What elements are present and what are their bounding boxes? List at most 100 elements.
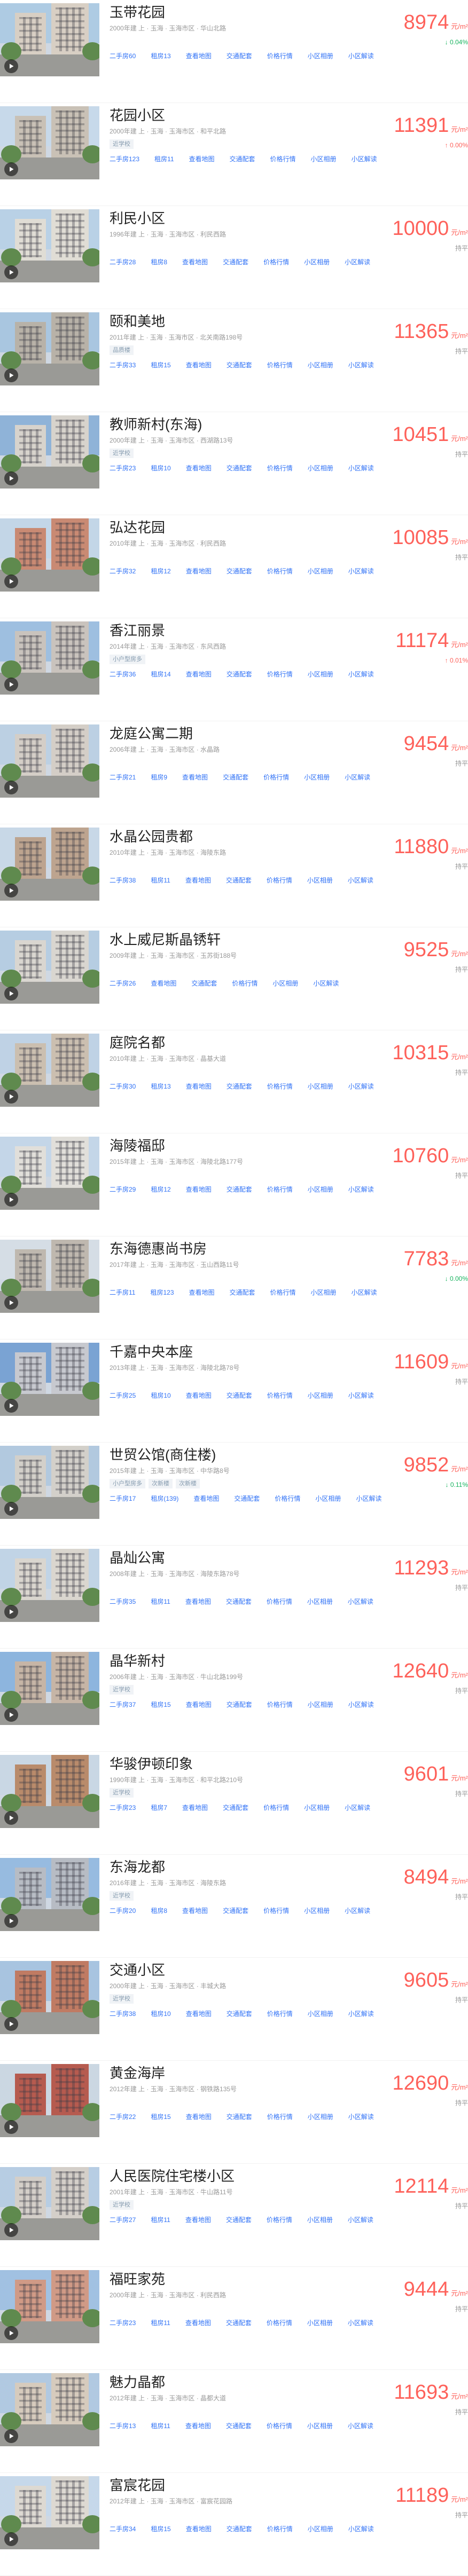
link-rent[interactable]: 租房(139) (151, 1494, 178, 1503)
link-rent[interactable]: 租房10 (151, 2009, 170, 2019)
link-map[interactable]: 查看地图 (186, 1700, 212, 1710)
community-photo[interactable] (0, 621, 99, 695)
community-photo[interactable] (0, 2167, 99, 2240)
link-map[interactable]: 查看地图 (186, 2009, 212, 2019)
link-album[interactable]: 小区相册 (308, 566, 333, 576)
link-analysis[interactable]: 小区解读 (348, 2215, 373, 2225)
link-transport[interactable]: 交通配套 (223, 1906, 248, 1916)
link-analysis[interactable]: 小区解读 (348, 2421, 373, 2431)
link-map[interactable]: 查看地图 (182, 1906, 208, 1916)
link-analysis[interactable]: 小区解读 (313, 979, 339, 988)
community-photo[interactable] (0, 1240, 99, 1313)
link-analysis[interactable]: 小区解读 (348, 566, 374, 576)
link-transport[interactable]: 交通配套 (227, 2524, 252, 2534)
link-rent[interactable]: 租房13 (151, 1082, 170, 1091)
link-second-hand[interactable]: 二手房37 (110, 1700, 136, 1710)
community-name[interactable]: 交通小区 (110, 1962, 361, 1979)
community-photo[interactable] (0, 1343, 99, 1416)
play-video-icon[interactable] (4, 2532, 18, 2546)
community-photo[interactable] (0, 724, 99, 798)
community-photo[interactable] (0, 1137, 99, 1210)
link-analysis[interactable]: 小区解读 (352, 1288, 377, 1297)
link-rent[interactable]: 租房11 (151, 2318, 170, 2328)
community-name[interactable]: 晶灿公寓 (110, 1550, 361, 1567)
link-second-hand[interactable]: 二手房23 (110, 1803, 136, 1813)
community-name[interactable]: 海陵福邸 (110, 1138, 361, 1155)
play-video-icon[interactable] (4, 574, 18, 588)
link-map[interactable]: 查看地图 (186, 51, 212, 61)
link-analysis[interactable]: 小区解读 (348, 1185, 374, 1194)
link-price-trend[interactable]: 价格行情 (267, 360, 293, 370)
link-rent[interactable]: 租房13 (151, 51, 170, 61)
link-analysis[interactable]: 小区解读 (348, 463, 374, 473)
play-video-icon[interactable] (4, 2120, 18, 2134)
link-analysis[interactable]: 小区解读 (345, 1906, 370, 1916)
link-second-hand[interactable]: 二手房29 (110, 1185, 136, 1194)
link-second-hand[interactable]: 二手房17 (110, 1494, 136, 1503)
link-second-hand[interactable]: 二手房32 (110, 566, 136, 576)
community-name[interactable]: 东海德惠尚书房 (110, 1241, 361, 1258)
community-photo[interactable] (0, 1549, 99, 1622)
link-price-trend[interactable]: 价格行情 (267, 566, 293, 576)
link-map[interactable]: 查看地图 (182, 1803, 208, 1813)
community-photo[interactable] (0, 2270, 99, 2343)
link-rent[interactable]: 租房10 (151, 463, 170, 473)
community-photo[interactable] (0, 1961, 99, 2034)
link-analysis[interactable]: 小区解读 (348, 360, 374, 370)
play-video-icon[interactable] (4, 2223, 18, 2237)
link-second-hand[interactable]: 二手房21 (110, 773, 136, 782)
link-rent[interactable]: 租房12 (151, 566, 170, 576)
community-name[interactable]: 弘达花园 (110, 519, 361, 537)
link-analysis[interactable]: 小区解读 (348, 1082, 374, 1091)
community-photo[interactable] (0, 1034, 99, 1107)
link-analysis[interactable]: 小区解读 (345, 773, 370, 782)
link-album[interactable]: 小区相册 (308, 669, 333, 679)
play-video-icon[interactable] (4, 1502, 18, 1516)
link-map[interactable]: 查看地图 (151, 979, 176, 988)
link-analysis[interactable]: 小区解读 (348, 51, 374, 61)
link-album[interactable]: 小区相册 (308, 463, 333, 473)
link-transport[interactable]: 交通配套 (227, 2112, 252, 2122)
link-map[interactable]: 查看地图 (186, 1082, 212, 1091)
community-photo[interactable] (0, 1446, 99, 1519)
link-second-hand[interactable]: 二手房28 (110, 257, 136, 267)
link-rent[interactable]: 租房123 (150, 1288, 174, 1297)
community-photo[interactable] (0, 106, 99, 179)
link-second-hand[interactable]: 二手房36 (110, 669, 136, 679)
community-name[interactable]: 世贸公馆(商住楼) (110, 1447, 361, 1464)
link-album[interactable]: 小区相册 (307, 1597, 333, 1606)
link-transport[interactable]: 交通配套 (227, 2009, 252, 2019)
link-analysis[interactable]: 小区解读 (348, 2009, 374, 2019)
link-transport[interactable]: 交通配套 (191, 979, 217, 988)
link-transport[interactable]: 交通配套 (234, 1494, 260, 1503)
link-map[interactable]: 查看地图 (185, 876, 211, 885)
link-transport[interactable]: 交通配套 (226, 876, 252, 885)
link-rent[interactable]: 租房15 (151, 2112, 170, 2122)
link-second-hand[interactable]: 二手房11 (110, 1288, 135, 1297)
link-second-hand[interactable]: 二手房38 (110, 2009, 136, 2019)
link-album[interactable]: 小区相册 (307, 2215, 333, 2225)
link-price-trend[interactable]: 价格行情 (263, 1906, 289, 1916)
link-price-trend[interactable]: 价格行情 (267, 1700, 293, 1710)
community-photo[interactable] (0, 2476, 99, 2549)
link-map[interactable]: 查看地图 (182, 773, 208, 782)
link-second-hand[interactable]: 二手房38 (110, 876, 136, 885)
link-second-hand[interactable]: 二手房13 (110, 2421, 136, 2431)
link-map[interactable]: 查看地图 (186, 566, 212, 576)
play-video-icon[interactable] (4, 884, 18, 897)
community-photo[interactable] (0, 312, 99, 385)
community-photo[interactable] (0, 1755, 99, 1828)
link-analysis[interactable]: 小区解读 (345, 1803, 370, 1813)
link-price-trend[interactable]: 价格行情 (267, 2009, 293, 2019)
link-album[interactable]: 小区相册 (308, 360, 333, 370)
link-price-trend[interactable]: 价格行情 (263, 1803, 289, 1813)
link-transport[interactable]: 交通配套 (223, 257, 248, 267)
play-video-icon[interactable] (4, 678, 18, 691)
link-transport[interactable]: 交通配套 (227, 360, 252, 370)
link-analysis[interactable]: 小区解读 (345, 257, 370, 267)
link-rent[interactable]: 租房10 (151, 1391, 170, 1400)
link-transport[interactable]: 交通配套 (230, 1288, 255, 1297)
community-name[interactable]: 庭院名都 (110, 1035, 361, 1052)
link-rent[interactable]: 租房12 (151, 1185, 170, 1194)
community-photo[interactable] (0, 1652, 99, 1725)
